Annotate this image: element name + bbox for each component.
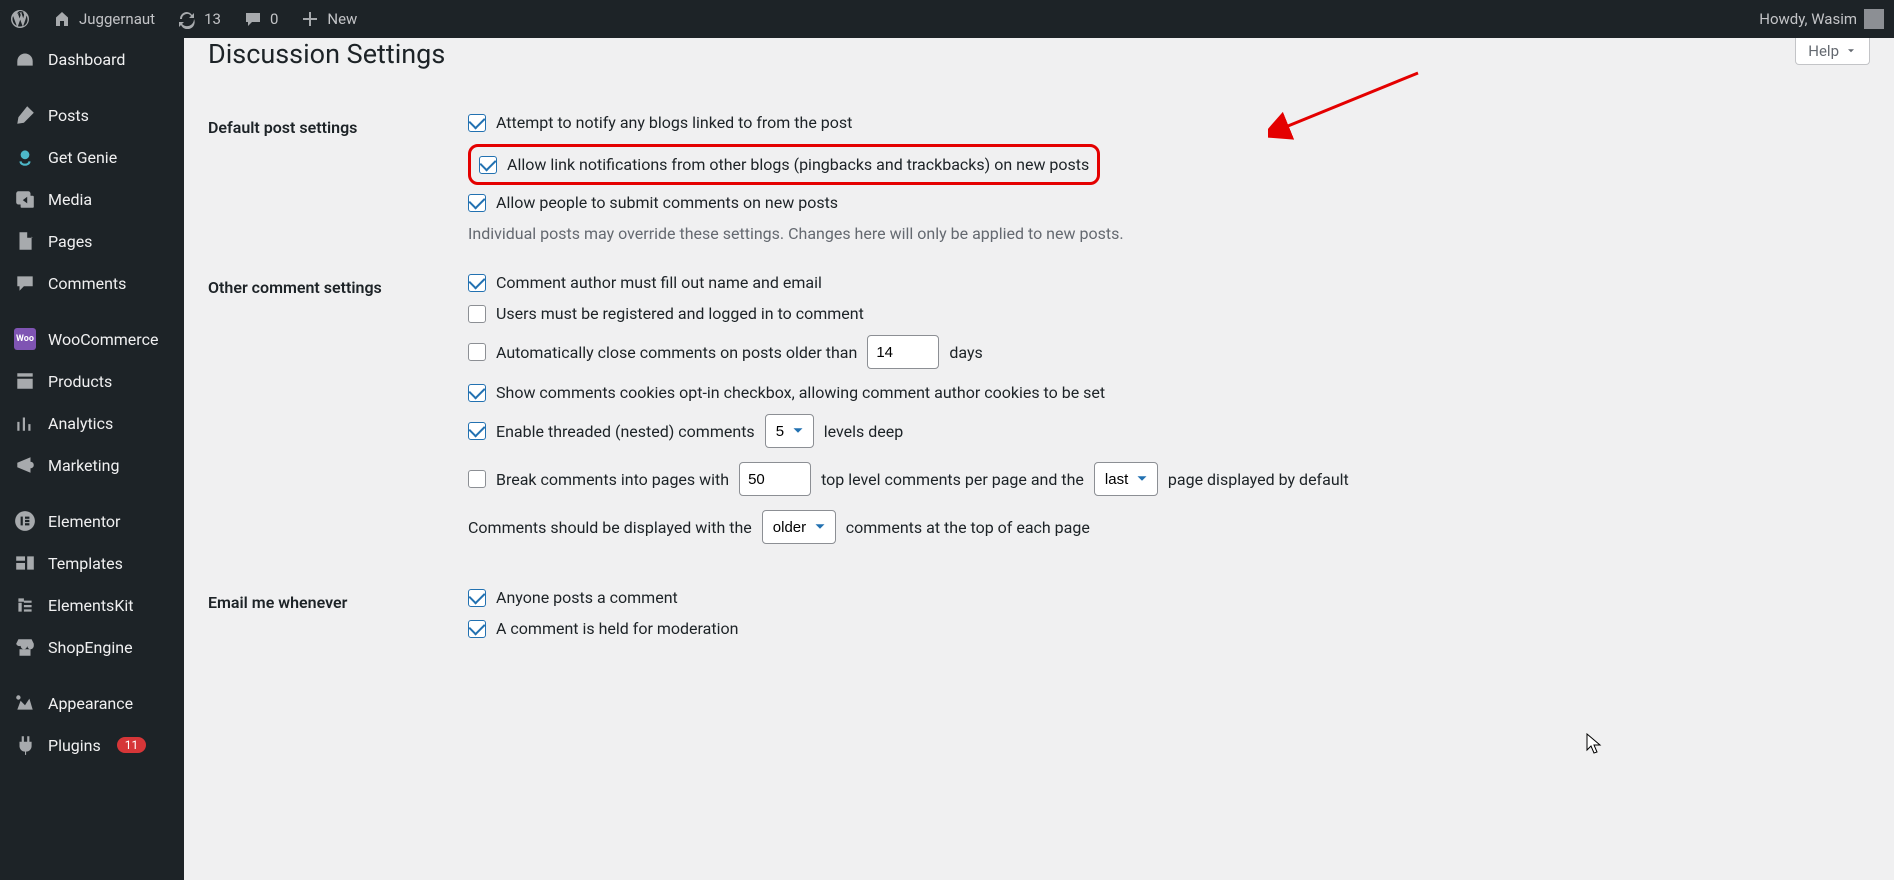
menu-products[interactable]: Products	[0, 360, 184, 402]
genie-icon	[14, 146, 36, 168]
updates-link[interactable]: 13	[177, 9, 221, 29]
menu-get-genie[interactable]: Get Genie	[0, 136, 184, 178]
plugins-badge: 11	[117, 737, 147, 753]
default-post-settings-heading: Default post settings	[208, 98, 458, 258]
menu-analytics[interactable]: Analytics	[0, 402, 184, 444]
email-anyone-posts-checkbox[interactable]	[468, 589, 486, 607]
help-label: Help	[1808, 42, 1839, 60]
menu-shopengine[interactable]: ShopEngine	[0, 626, 184, 668]
menu-plugins[interactable]: Plugins11	[0, 724, 184, 766]
comments-per-page-input[interactable]	[739, 462, 811, 496]
allow-comments-label[interactable]: Allow people to submit comments on new p…	[468, 193, 1860, 212]
allow-pingbacks-checkbox[interactable]	[479, 156, 497, 174]
menu-marketing[interactable]: Marketing	[0, 444, 184, 486]
new-link[interactable]: New	[300, 9, 357, 29]
menu-pages[interactable]: Pages	[0, 220, 184, 262]
site-link[interactable]: Juggernaut	[52, 9, 155, 29]
other-comment-settings-heading: Other comment settings	[208, 258, 458, 573]
menu-comments[interactable]: Comments	[0, 262, 184, 304]
allow-pingbacks-label[interactable]: Allow link notifications from other blog…	[479, 155, 1089, 174]
email-heading: Email me whenever	[208, 573, 458, 665]
menu-woocommerce[interactable]: WooWooCommerce	[0, 318, 184, 360]
menu-dashboard[interactable]: Dashboard	[0, 38, 184, 80]
pingback-notify-label[interactable]: Attempt to notify any blogs linked to fr…	[468, 113, 1860, 132]
menu-appearance[interactable]: Appearance	[0, 682, 184, 724]
thread-depth-select[interactable]: 5	[765, 414, 814, 448]
page-comments-checkbox[interactable]	[468, 470, 486, 488]
require-registration-checkbox[interactable]	[468, 305, 486, 323]
cookies-optin-checkbox[interactable]	[468, 384, 486, 402]
threaded-comments-checkbox[interactable]	[468, 422, 486, 440]
woo-icon: Woo	[14, 328, 36, 350]
menu-posts[interactable]: Posts	[0, 94, 184, 136]
howdy-label: Howdy, Wasim	[1759, 10, 1857, 28]
menu-media[interactable]: Media	[0, 178, 184, 220]
page-title: Discussion Settings	[208, 38, 1870, 70]
updates-count: 13	[204, 10, 221, 28]
comment-order-select[interactable]: older	[762, 510, 836, 544]
my-account[interactable]: Howdy, Wasim	[1759, 9, 1884, 29]
highlight-annotation: Allow link notifications from other blog…	[468, 144, 1100, 185]
require-name-email-checkbox[interactable]	[468, 274, 486, 292]
wp-logo[interactable]	[10, 9, 30, 29]
menu-templates[interactable]: Templates	[0, 542, 184, 584]
close-comments-days-input[interactable]	[867, 335, 939, 369]
admin-menu: Dashboard Posts Get Genie Media Pages Co…	[0, 38, 184, 880]
content-body: Help Discussion Settings Default post se…	[184, 38, 1894, 705]
admin-bar: Juggernaut 13 0 New Howdy, Wasim	[0, 0, 1894, 38]
help-toggle[interactable]: Help	[1795, 38, 1870, 65]
comments-count: 0	[270, 10, 278, 28]
cookies-optin-label[interactable]: Show comments cookies opt-in checkbox, a…	[468, 383, 1860, 402]
require-registration-label[interactable]: Users must be registered and logged in t…	[468, 304, 1860, 323]
avatar	[1864, 9, 1884, 29]
site-name-label: Juggernaut	[79, 10, 155, 28]
email-anyone-posts-label[interactable]: Anyone posts a comment	[468, 588, 1860, 607]
email-moderation-label[interactable]: A comment is held for moderation	[468, 619, 1860, 638]
menu-elementor[interactable]: Elementor	[0, 500, 184, 542]
new-label: New	[327, 10, 357, 28]
menu-elementskit[interactable]: ElementsKit	[0, 584, 184, 626]
default-page-select[interactable]: last	[1094, 462, 1158, 496]
default-post-note: Individual posts may override these sett…	[468, 224, 1860, 243]
email-moderation-checkbox[interactable]	[468, 620, 486, 638]
close-comments-checkbox[interactable]	[468, 343, 486, 361]
require-name-email-label[interactable]: Comment author must fill out name and em…	[468, 273, 1860, 292]
arrow-annotation	[1268, 68, 1428, 148]
pingback-notify-checkbox[interactable]	[468, 114, 486, 132]
allow-comments-checkbox[interactable]	[468, 194, 486, 212]
chevron-down-icon	[1845, 45, 1857, 57]
comments-link[interactable]: 0	[243, 9, 278, 29]
mouse-cursor-icon	[1586, 733, 1604, 755]
